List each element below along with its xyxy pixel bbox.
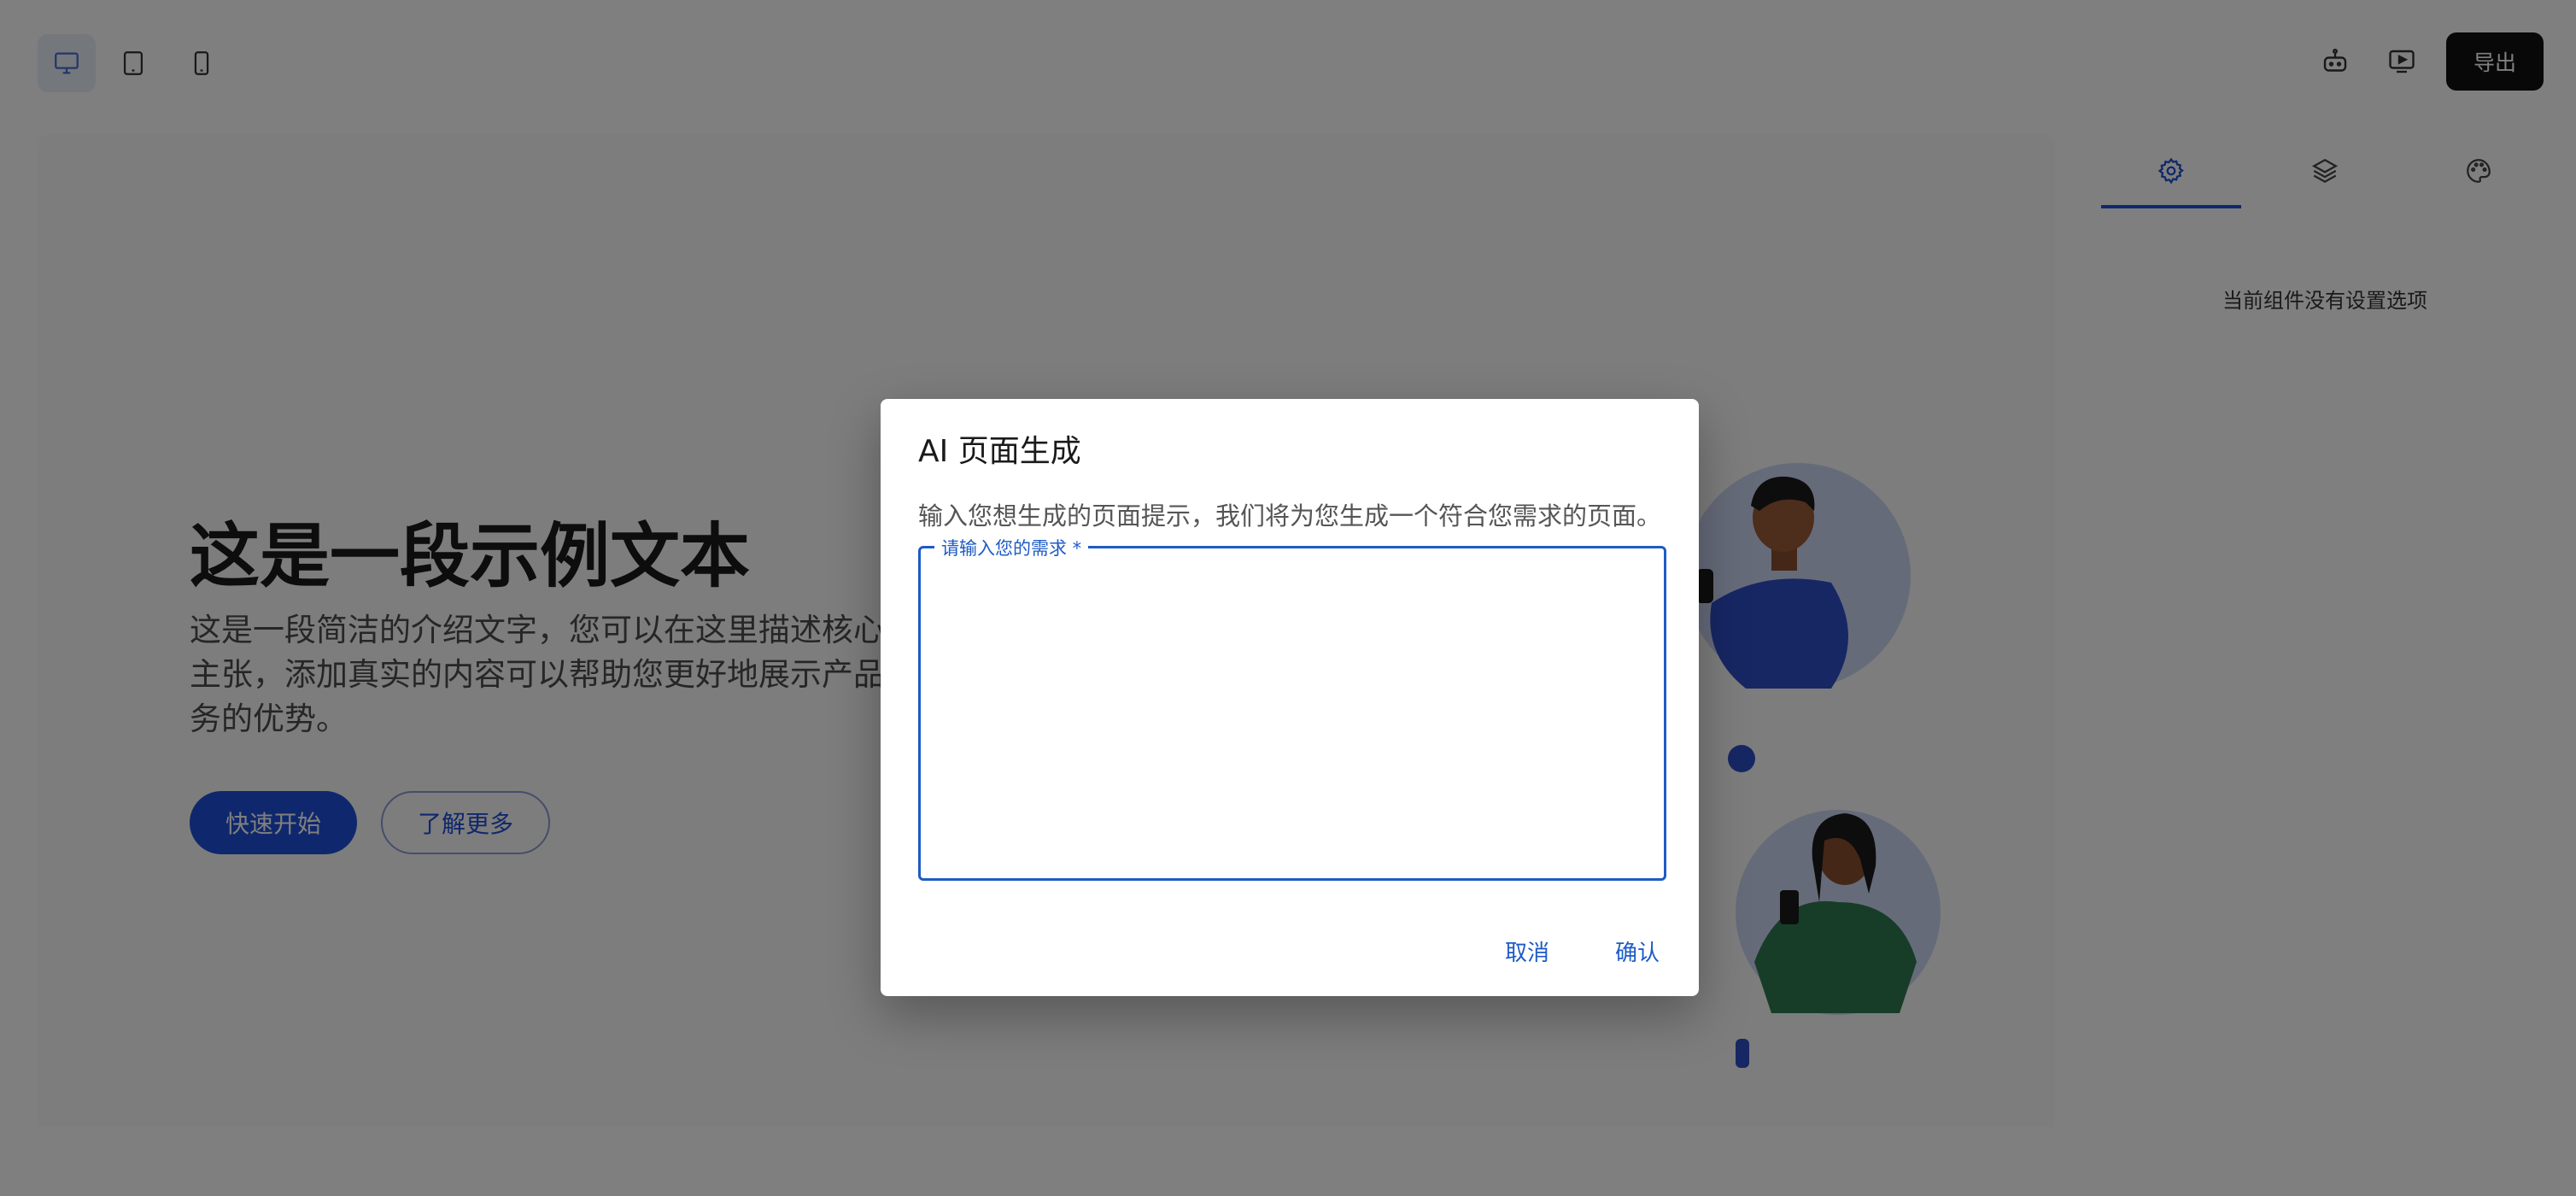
- cancel-button[interactable]: 取消: [1505, 935, 1549, 967]
- ai-page-generation-dialog: AI 页面生成 输入您想生成的页面提示，我们将为您生成一个符合您需求的页面。 请…: [881, 399, 1699, 996]
- requirement-field: 请输入您的需求 *: [918, 535, 1666, 881]
- confirm-button[interactable]: 确认: [1615, 935, 1660, 967]
- requirement-field-label: 请输入您的需求 *: [934, 535, 1089, 560]
- dialog-title: AI 页面生成: [918, 434, 1081, 469]
- dialog-description: 输入您想生成的页面提示，我们将为您生成一个符合您需求的页面。: [918, 501, 1662, 531]
- requirement-input[interactable]: [929, 560, 1654, 863]
- page-builder-app: 导出 这是一段示例文本 这是一段简洁的介绍文字，您可以在这里描述核心主张，添加真…: [0, 0, 2576, 1196]
